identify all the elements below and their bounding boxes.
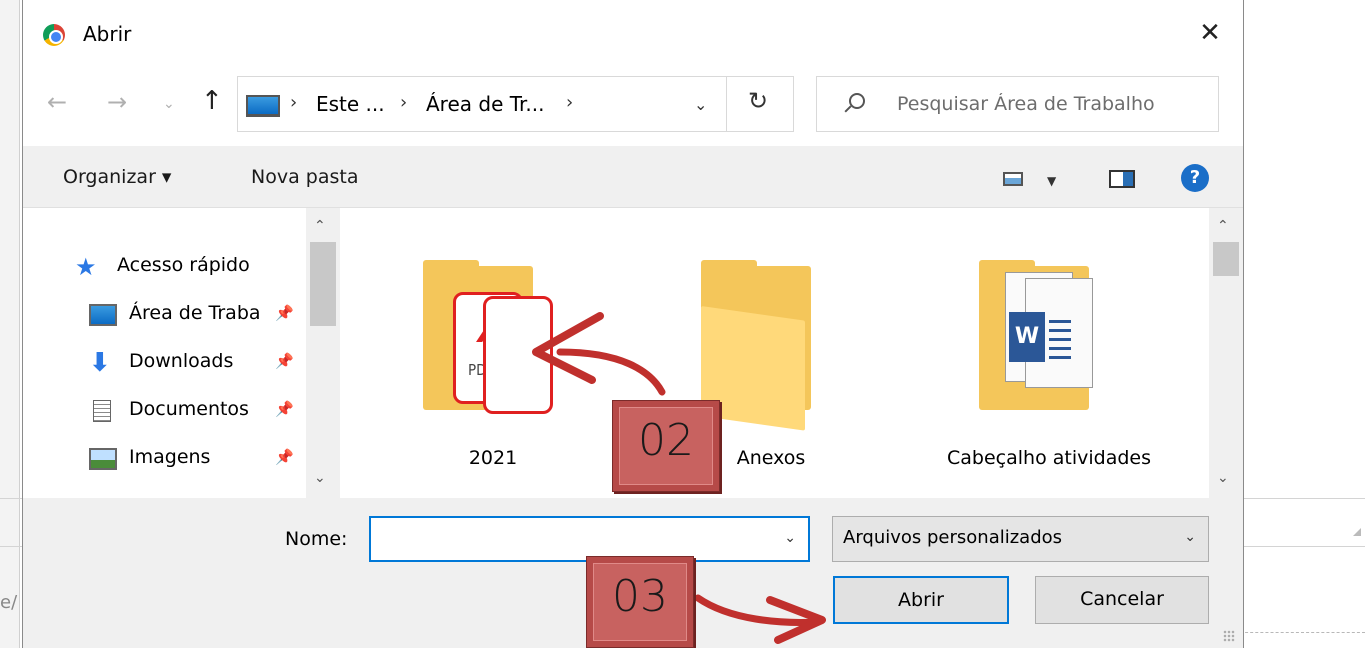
file-list-pane: ⅄ PDF 2021 Anexos W Cabeçalho atividades <box>341 208 1209 498</box>
pin-icon[interactable]: 📌 <box>275 352 294 370</box>
file-type-select[interactable]: Arquivos personalizados ⌄ <box>832 516 1209 562</box>
images-icon <box>89 448 117 470</box>
folder-item-cabecalho-atividades[interactable]: W Cabeçalho atividades <box>947 228 1151 469</box>
file-name: Cabeçalho atividades <box>947 447 1151 469</box>
word-icon: W <box>1009 312 1045 362</box>
open-button[interactable]: Abrir <box>833 576 1009 624</box>
pin-icon[interactable]: 📌 <box>275 448 294 466</box>
open-file-dialog: Abrir ✕ ← → ⌄ ↑ › Este ... › Área de Tr.… <box>22 0 1244 648</box>
breadcrumb-area-de-trabalho[interactable]: Área de Tr... <box>426 92 544 116</box>
preview-pane-icon[interactable] <box>1109 170 1135 188</box>
scroll-up-icon[interactable]: ⌃ <box>1217 218 1229 234</box>
search-box[interactable] <box>816 76 1219 132</box>
scrollbar-thumb[interactable] <box>310 242 336 326</box>
star-icon: ★ <box>75 253 97 281</box>
breadcrumb-separator[interactable]: › <box>566 92 573 113</box>
scroll-down-icon[interactable]: ⌄ <box>1217 470 1229 486</box>
chevron-down-icon[interactable]: ⌄ <box>784 530 796 546</box>
address-divider <box>726 77 727 131</box>
title-bar: Abrir ✕ <box>23 0 1243 68</box>
search-icon <box>843 93 865 115</box>
content-scrollbar[interactable]: ⌃ ⌄ <box>1209 208 1243 498</box>
cancel-button[interactable]: Cancelar <box>1035 576 1209 624</box>
scroll-up-icon[interactable]: ⌃ <box>314 218 326 234</box>
organize-menu-button[interactable]: Organizar ▾ <box>63 166 171 188</box>
breadcrumb-separator[interactable]: › <box>400 92 407 113</box>
background-left-strip <box>0 0 20 648</box>
sidebar-item-label: Acesso rápido <box>117 254 250 276</box>
breadcrumb-separator[interactable]: › <box>290 92 297 113</box>
desktop-icon <box>89 304 117 326</box>
document-icon <box>93 400 111 422</box>
sidebar-item-label: Imagens <box>129 446 211 468</box>
file-name-label: Nome: <box>285 528 348 550</box>
pin-icon[interactable]: 📌 <box>275 304 294 322</box>
chevron-down-icon[interactable]: ⌄ <box>1184 529 1196 545</box>
sidebar-item-label: Downloads <box>129 350 234 372</box>
file-name-input[interactable] <box>377 524 767 554</box>
forward-arrow-icon[interactable]: → <box>107 88 127 116</box>
navigation-scrollbar[interactable]: ⌃ ⌄ <box>306 208 340 498</box>
resize-grip-icon[interactable] <box>1223 630 1235 642</box>
step-number: 03 <box>612 571 668 622</box>
background-dashed-line <box>1240 632 1365 633</box>
pdf-file-icon <box>483 296 553 414</box>
chrome-icon <box>43 24 65 46</box>
navigation-pane: ★ Acesso rápido Área de Traba 📌 ⬇ Downlo… <box>23 208 341 498</box>
download-icon: ⬇ <box>89 348 111 378</box>
view-options-icon[interactable] <box>1003 172 1023 186</box>
scroll-down-icon[interactable]: ⌄ <box>314 470 326 486</box>
refresh-icon[interactable]: ↻ <box>748 87 768 115</box>
address-dropdown-icon[interactable]: ⌄ <box>694 95 707 114</box>
word-lines-icon <box>1049 320 1071 360</box>
folder-item-2021[interactable]: ⅄ PDF 2021 <box>413 228 573 469</box>
search-input[interactable] <box>897 89 1207 119</box>
recent-locations-icon[interactable]: ⌄ <box>163 96 175 112</box>
background-resize-corner <box>1353 528 1361 536</box>
monitor-icon <box>246 95 280 117</box>
command-toolbar: Organizar ▾ Nova pasta ▼ ? <box>23 146 1243 208</box>
close-button[interactable]: ✕ <box>1195 18 1225 48</box>
scrollbar-thumb[interactable] <box>1213 242 1239 276</box>
pin-icon[interactable]: 📌 <box>275 400 294 418</box>
breadcrumb-este-computador[interactable]: Este ... <box>316 92 385 116</box>
sidebar-item-label: Documentos <box>129 398 249 420</box>
step-badge-03: 03 <box>586 556 694 648</box>
up-arrow-icon[interactable]: ↑ <box>201 86 223 116</box>
step-badge-02: 02 <box>612 400 720 492</box>
back-arrow-icon[interactable]: ← <box>47 88 67 116</box>
background-partial-text: e/ <box>0 592 18 613</box>
help-icon[interactable]: ? <box>1181 164 1209 192</box>
sidebar-item-label: Área de Traba <box>129 302 261 324</box>
step-number: 02 <box>638 415 694 466</box>
file-name: 2021 <box>468 447 518 469</box>
dialog-title: Abrir <box>83 22 132 46</box>
address-field[interactable]: › Este ... › Área de Tr... › ⌄ ↻ <box>237 76 794 132</box>
file-type-value: Arquivos personalizados <box>843 527 1063 548</box>
new-folder-button[interactable]: Nova pasta <box>251 166 358 188</box>
view-dropdown-icon[interactable]: ▼ <box>1047 174 1056 188</box>
